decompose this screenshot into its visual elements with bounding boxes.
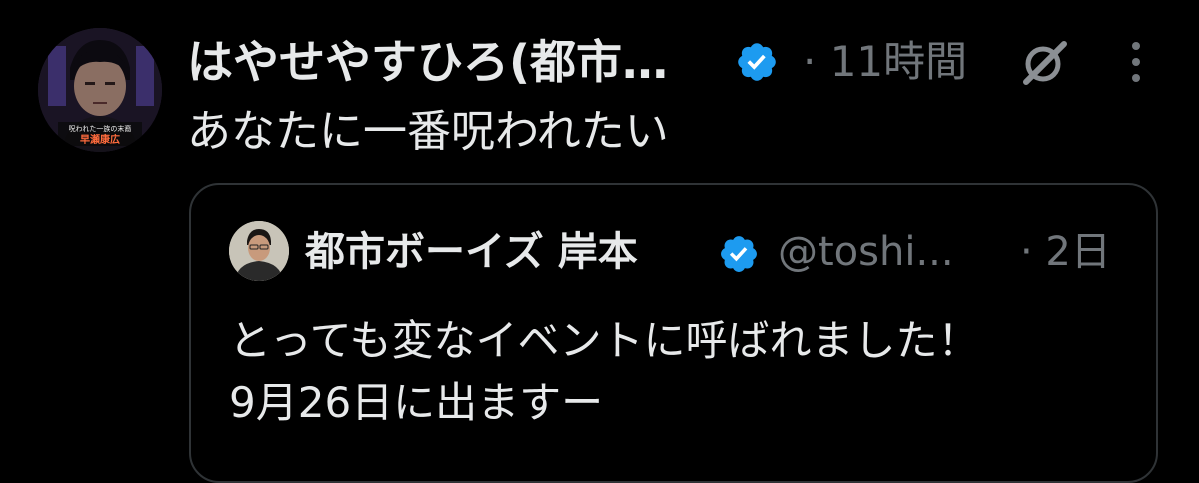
quoted-author-avatar[interactable] (229, 221, 289, 281)
verified-badge-icon (738, 43, 776, 81)
quoted-post-text: とっても変なイベントに呼ばれました！ 9月26日に出ますー (229, 310, 980, 434)
quoted-author-name[interactable]: 都市ボーイズ 岸本 (305, 226, 638, 278)
quoted-author-handle[interactable]: @toshi... (778, 226, 954, 278)
post-time[interactable]: · 11時間 (803, 36, 967, 88)
grok-icon[interactable] (1018, 38, 1072, 88)
post-text: あなたに一番呪われたい (187, 106, 669, 157)
avatar-caption-bottom: 早瀬康広 (80, 133, 120, 146)
avatar-caption-top: 呪われた一族の末裔 (69, 124, 132, 133)
author-avatar[interactable]: 呪われた一族の末裔 早瀬康広 (38, 28, 162, 152)
quoted-post-time[interactable]: · 2日 (1020, 226, 1111, 278)
more-options-icon[interactable] (1124, 40, 1148, 84)
quoted-post-text-line: 9月26日に出ますー (229, 378, 604, 427)
author-name[interactable]: はやせやすひろ(都市… (187, 34, 668, 90)
verified-badge-icon (721, 236, 757, 272)
quoted-post-text-line: とっても変なイベントに呼ばれました！ (229, 316, 980, 365)
